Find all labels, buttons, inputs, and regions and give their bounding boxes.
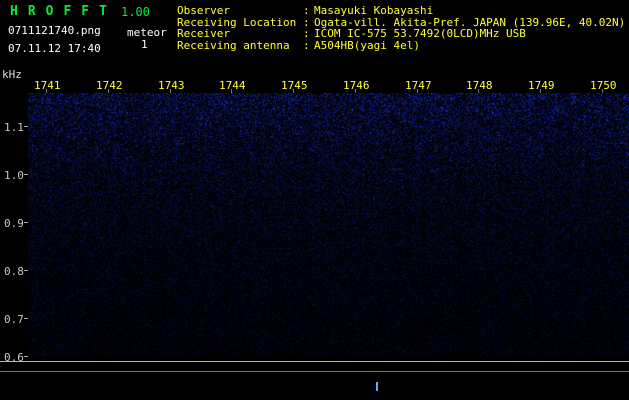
observation-datetime: 07.11.12 17:40 bbox=[8, 42, 101, 55]
freq-label: 0.6 bbox=[4, 351, 24, 364]
time-label: 1743 bbox=[158, 79, 185, 92]
time-label: 1744 bbox=[219, 79, 246, 92]
info-label: Observer bbox=[177, 4, 230, 17]
level-strip-line bbox=[0, 371, 629, 372]
meteor-count: 1 bbox=[141, 38, 148, 51]
output-filename: 0711121740.png bbox=[8, 24, 101, 37]
freq-label: 0.7 bbox=[4, 313, 24, 326]
freq-label: 1.0 bbox=[4, 169, 24, 182]
time-label: 1747 bbox=[405, 79, 432, 92]
freq-tick-mark bbox=[24, 356, 28, 357]
freq-label: 0.8 bbox=[4, 265, 24, 278]
info-row-antenna: Receiving antenna: A504HB(yagi 4el) bbox=[177, 38, 625, 52]
time-label: 1741 bbox=[34, 79, 61, 92]
info-value: A504HB(yagi 4el) bbox=[314, 38, 420, 52]
spectrogram-canvas bbox=[28, 93, 629, 356]
app-title: HROFFT bbox=[10, 4, 117, 19]
info-separator: : bbox=[303, 38, 310, 52]
station-info: Observer: Masayuki Kobayashi Receiving Lo… bbox=[177, 5, 625, 51]
info-label: Receiving antenna bbox=[177, 38, 290, 52]
time-label: 1745 bbox=[281, 79, 308, 92]
freq-axis-unit: kHz bbox=[2, 68, 22, 81]
minute-marker bbox=[376, 382, 378, 391]
info-separator: : bbox=[303, 4, 310, 17]
time-label: 1742 bbox=[96, 79, 123, 92]
freq-label: 0.9 bbox=[4, 217, 24, 230]
level-strip-line bbox=[0, 361, 629, 362]
freq-label: 1.1 bbox=[4, 121, 24, 134]
time-label: 1748 bbox=[466, 79, 493, 92]
app-version: 1.00 bbox=[121, 5, 150, 19]
time-label: 1746 bbox=[343, 79, 370, 92]
hrofft-screen: HROFFT 1.00 0711121740.png meteor 1 07.1… bbox=[0, 0, 629, 400]
time-label: 1750 bbox=[590, 79, 617, 92]
time-label: 1749 bbox=[528, 79, 555, 92]
